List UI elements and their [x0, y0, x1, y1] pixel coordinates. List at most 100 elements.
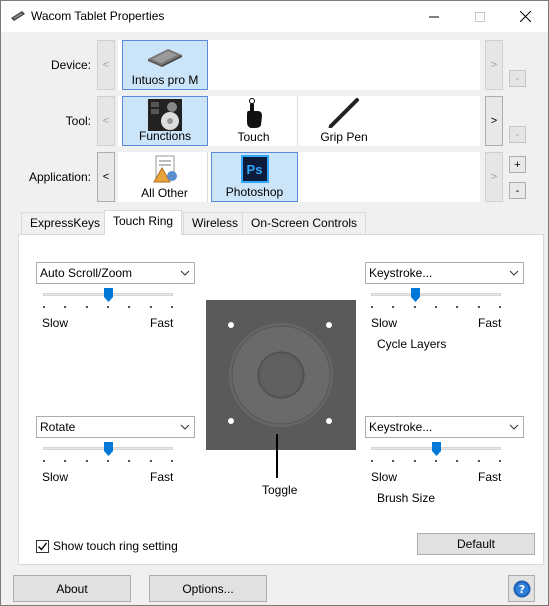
- maximize-button[interactable]: [457, 1, 503, 32]
- default-button[interactable]: Default: [417, 533, 535, 555]
- tool-item-functions[interactable]: Functions: [122, 96, 208, 146]
- ring-mode-4-speed-slider[interactable]: [371, 442, 501, 466]
- slider-thumb[interactable]: [411, 288, 420, 302]
- slider-tick: [414, 306, 416, 308]
- slow-label: Slow: [42, 470, 69, 484]
- question-icon: ?: [513, 580, 530, 597]
- slider-tick: [64, 306, 66, 308]
- device-scroll-right-button[interactable]: >: [485, 40, 503, 90]
- ring-mode-1-dropdown[interactable]: Auto Scroll/Zoom: [36, 262, 195, 284]
- maximize-icon: [475, 11, 485, 22]
- ring-mode-3-dropdown[interactable]: Keystroke...: [365, 262, 524, 284]
- fast-label: Fast: [478, 316, 502, 330]
- application-item-all-other[interactable]: All Other: [122, 152, 208, 202]
- ring-mode-4-dropdown[interactable]: Keystroke...: [365, 416, 524, 438]
- tab-expresskeys[interactable]: ExpressKeys: [21, 212, 110, 234]
- touch-ring-panel: Auto Scroll/Zoom Slow Fast Rotate Slow F…: [18, 234, 544, 565]
- slider-tick: [478, 460, 480, 462]
- slider-tick: [43, 460, 45, 462]
- ring-mode-3-speed-slider[interactable]: [371, 288, 501, 312]
- tool-remove-button[interactable]: -: [509, 126, 526, 143]
- close-icon: [519, 11, 531, 22]
- svg-text:?: ?: [518, 583, 524, 596]
- options-button[interactable]: Options...: [149, 575, 267, 602]
- slider-tick: [414, 460, 416, 462]
- tool-item-touch[interactable]: Touch: [210, 96, 298, 146]
- about-button[interactable]: About: [13, 575, 131, 602]
- slider-tick: [86, 306, 88, 308]
- tool-scroll-left-button[interactable]: <: [97, 96, 115, 146]
- slider-thumb[interactable]: [104, 288, 113, 302]
- fast-label: Fast: [478, 470, 502, 484]
- application-scroll-left-button[interactable]: <: [97, 152, 115, 202]
- photoshop-icon: Ps: [240, 155, 269, 183]
- touch-ring-image: [206, 300, 356, 450]
- slider-thumb[interactable]: [432, 442, 441, 456]
- application-remove-button[interactable]: -: [509, 182, 526, 199]
- application-scroll-right-button[interactable]: >: [485, 152, 503, 202]
- checkbox-box[interactable]: [36, 539, 49, 553]
- slow-label: Slow: [371, 316, 398, 330]
- slider-tick: [499, 460, 501, 462]
- device-item-label: Intuos pro M: [131, 73, 199, 87]
- slider-tick: [435, 306, 437, 308]
- slider-tick: [150, 306, 152, 308]
- chevron-down-icon: [180, 270, 190, 276]
- title-bar: Wacom Tablet Properties: [1, 1, 548, 32]
- slider-tick: [128, 306, 130, 308]
- help-button[interactable]: ?: [508, 575, 535, 602]
- tool-item-grip-pen[interactable]: Grip Pen: [300, 96, 388, 146]
- tool-label: Tool:: [65, 114, 91, 128]
- slider-track[interactable]: [371, 293, 501, 296]
- slider-tick: [64, 460, 66, 462]
- slider-tick: [128, 460, 130, 462]
- slider-tick: [107, 460, 109, 462]
- ring-mode-1-speed-slider[interactable]: [43, 288, 173, 312]
- slider-thumb[interactable]: [104, 442, 113, 456]
- wacom-properties-window: Wacom Tablet Properties Device: < Intuos…: [0, 0, 549, 606]
- chevron-down-icon: [509, 270, 519, 276]
- slider-tick: [499, 306, 501, 308]
- close-button[interactable]: [502, 1, 548, 32]
- ring-mode-2-speed-slider[interactable]: [43, 442, 173, 466]
- slider-tick: [478, 306, 480, 308]
- ring-mode-4-value: Keystroke...: [369, 420, 433, 434]
- tablet-icon: [148, 49, 182, 67]
- tool-scroll-right-button[interactable]: >: [485, 96, 503, 146]
- application-item-photoshop[interactable]: Ps Photoshop: [211, 152, 298, 202]
- slider-tick: [371, 306, 373, 308]
- tool-item-label: Touch: [237, 130, 270, 144]
- window-title: Wacom Tablet Properties: [31, 9, 165, 23]
- slider-tick: [371, 460, 373, 462]
- tab-touch-ring[interactable]: Touch Ring: [104, 210, 182, 235]
- mode-indicator-led: [228, 418, 234, 424]
- functions-icon: [148, 99, 182, 131]
- mode-indicator-led: [326, 322, 332, 328]
- mode-indicator-led: [326, 418, 332, 424]
- tab-wireless[interactable]: Wireless: [183, 212, 248, 234]
- ring-mode-3-value: Keystroke...: [369, 266, 433, 280]
- touch-hand-icon: [246, 98, 262, 128]
- show-touch-ring-setting-checkbox[interactable]: Show touch ring setting: [36, 539, 178, 553]
- fast-label: Fast: [150, 316, 174, 330]
- checkmark-icon: [38, 542, 48, 551]
- minimize-icon: [429, 16, 439, 17]
- device-remove-button[interactable]: -: [509, 70, 526, 87]
- device-item-intuos-pro-m[interactable]: Intuos pro M: [122, 40, 208, 90]
- tool-item-label: Functions: [138, 129, 192, 143]
- slow-label: Slow: [42, 316, 69, 330]
- slider-tick: [435, 460, 437, 462]
- minimize-button[interactable]: [411, 1, 457, 32]
- tab-on-screen-controls[interactable]: On-Screen Controls: [242, 212, 367, 234]
- application-item-label: All Other: [141, 186, 188, 200]
- chevron-down-icon: [180, 424, 190, 430]
- device-scroll-left-button[interactable]: <: [97, 40, 115, 90]
- show-touch-ring-setting-label: Show touch ring setting: [53, 539, 178, 553]
- all-other-apps-icon: [152, 155, 177, 183]
- slider-tick: [43, 306, 45, 308]
- application-add-button[interactable]: +: [509, 156, 526, 173]
- fast-label: Fast: [150, 470, 174, 484]
- slider-tick: [150, 460, 152, 462]
- slider-tick: [456, 306, 458, 308]
- ring-mode-2-dropdown[interactable]: Rotate: [36, 416, 195, 438]
